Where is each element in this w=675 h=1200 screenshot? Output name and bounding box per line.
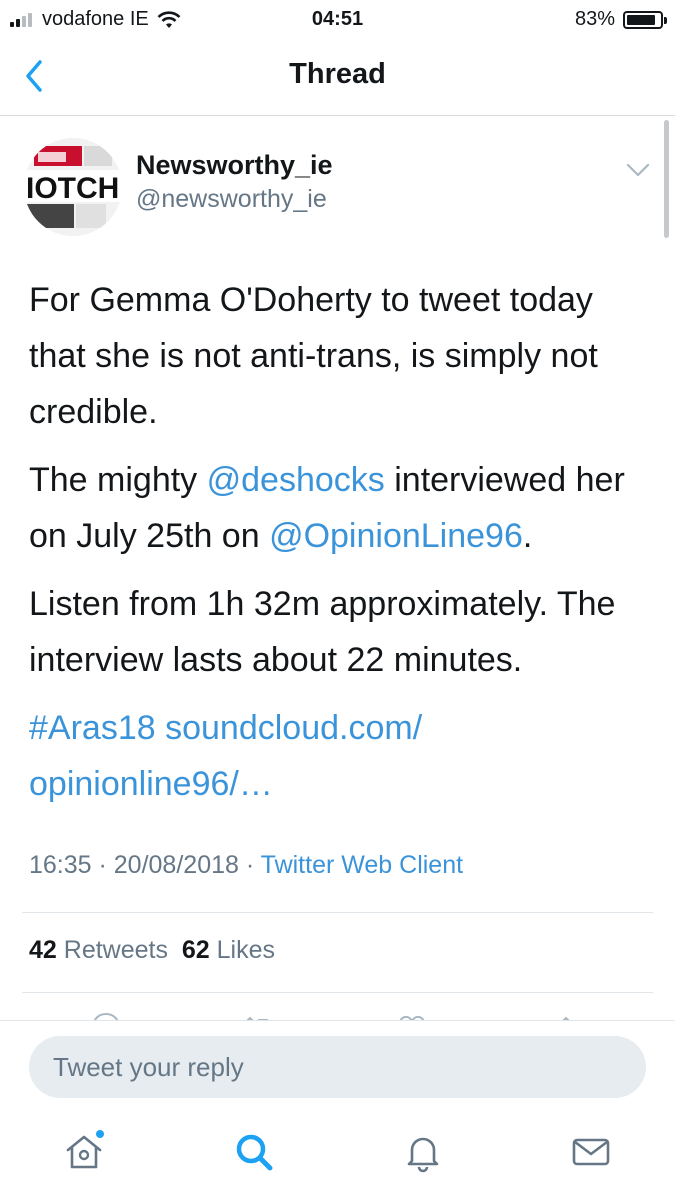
client-link[interactable]: Twitter Web Client	[261, 851, 463, 879]
mention-link[interactable]: @OpinionLine96	[269, 517, 523, 555]
status-right: 83%	[574, 8, 667, 31]
svg-text:IOTCH: IOTCH	[26, 172, 119, 205]
clock: 04:51	[311, 8, 364, 30]
timestamp: 16:35 · 20/08/2018 ·	[29, 851, 261, 879]
search-icon	[236, 1134, 273, 1171]
engagement-stats: 42 Retweets 62 Likes	[29, 936, 275, 965]
tweet-text-segment: The mighty	[29, 461, 207, 499]
reply-bar	[0, 1020, 675, 1101]
notification-dot	[96, 1130, 104, 1138]
likes-stat[interactable]: 62 Likes	[182, 936, 275, 964]
page-title: Thread	[289, 58, 386, 90]
nav-bar: Thread	[0, 38, 675, 116]
tweet-paragraph: The mighty @deshocks interviewed her on …	[29, 452, 649, 564]
bell-icon	[407, 1137, 439, 1173]
tweet-paragraph: Listen from 1h 32m approximately. The in…	[29, 585, 616, 679]
status-bar: vodafone IE 04:51 83%	[0, 0, 675, 38]
retweets-stat[interactable]: 42 Retweets	[29, 936, 168, 964]
reply-input[interactable]	[29, 1036, 646, 1098]
tab-notifications[interactable]	[401, 1130, 445, 1174]
tweet-paragraph: #Aras18 soundcloud.com/ opinionline96/…	[29, 700, 649, 812]
hashtag-link[interactable]: #Aras18	[29, 709, 156, 747]
battery-percent: 83%	[574, 8, 615, 30]
scrollbar[interactable]	[664, 120, 669, 238]
tweet-paragraph: For Gemma O'Doherty to tweet today that …	[29, 281, 598, 431]
chevron-down-icon[interactable]	[625, 160, 651, 180]
tab-home[interactable]	[62, 1130, 106, 1174]
user-handle[interactable]: @newsworthy_ie	[136, 185, 327, 214]
mention-link[interactable]: @deshocks	[207, 461, 385, 499]
avatar[interactable]: IOTCH	[24, 138, 122, 236]
tweet-text-segment: .	[522, 517, 533, 555]
newspaper-avatar-image: IOTCH	[24, 138, 122, 236]
display-name[interactable]: Newsworthy_ie	[136, 150, 333, 181]
retweets-count: 42	[29, 936, 57, 964]
tab-bar	[0, 1110, 675, 1200]
battery-icon	[623, 10, 667, 29]
tweet-text: For Gemma O'Doherty to tweet today that …	[29, 272, 649, 824]
divider	[22, 912, 653, 913]
mail-icon	[572, 1138, 610, 1166]
tab-search[interactable]	[232, 1130, 276, 1174]
likes-label: Likes	[209, 936, 276, 964]
retweets-label: Retweets	[56, 936, 168, 964]
divider	[22, 992, 653, 993]
likes-count: 62	[181, 936, 210, 964]
tweet-metadata: 16:35 · 20/08/2018 · Twitter Web Client	[29, 851, 463, 880]
tab-messages[interactable]	[569, 1130, 613, 1174]
